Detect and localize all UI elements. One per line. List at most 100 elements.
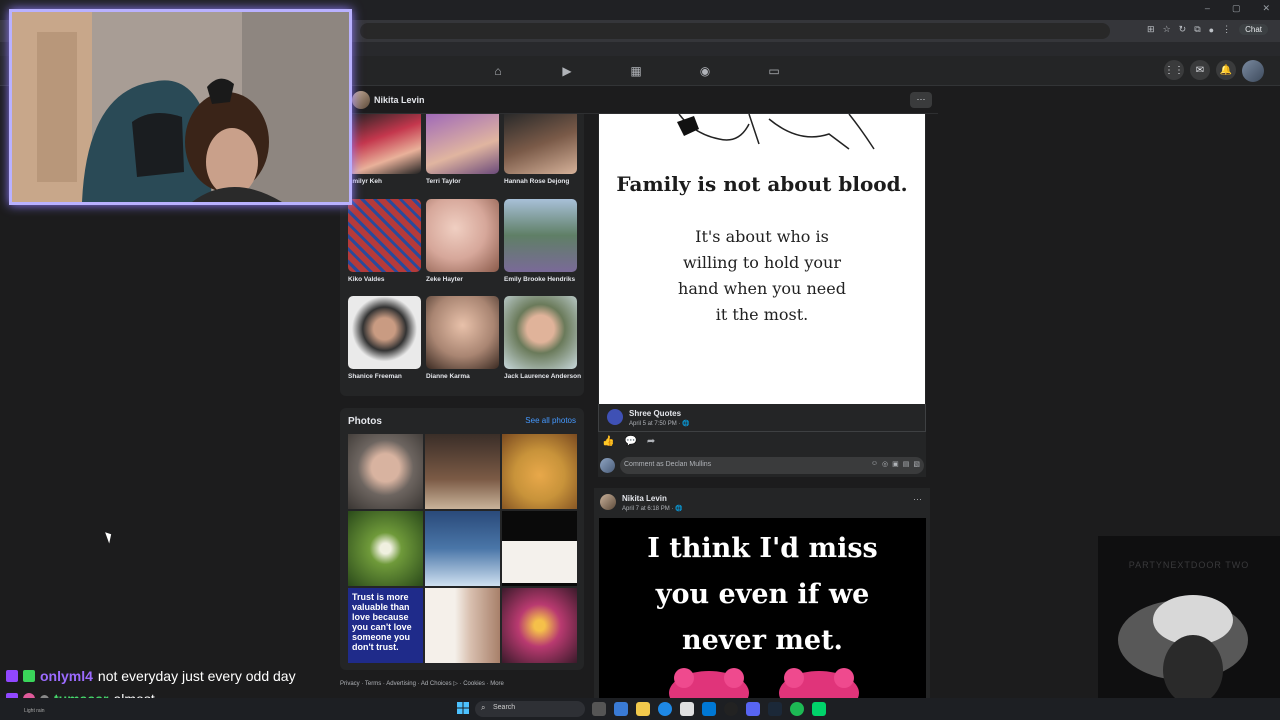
address-field[interactable] bbox=[360, 23, 1110, 39]
friend-name[interactable]: Jack Laurence Anderson bbox=[504, 373, 581, 380]
post-author-name[interactable]: Nikita Levin bbox=[622, 494, 667, 503]
marketplace-icon[interactable]: ▦ bbox=[629, 64, 643, 78]
photo-thumb[interactable] bbox=[348, 511, 423, 586]
comment-icon[interactable]: 💬 bbox=[624, 436, 636, 447]
post-more-button[interactable]: ··· bbox=[913, 494, 922, 504]
extensions-icon[interactable]: ⧉ bbox=[1194, 24, 1200, 35]
store-icon[interactable] bbox=[680, 702, 694, 716]
friend-name[interactable]: Hannah Rose Dejong bbox=[504, 178, 578, 185]
account-avatar[interactable] bbox=[1242, 60, 1264, 82]
file-explorer-icon[interactable] bbox=[636, 702, 650, 716]
comment-composer: Comment as Declan Mullins ☺ ◎ ▣ ▤ ▧ bbox=[598, 454, 926, 476]
star-icon[interactable]: ☆ bbox=[1163, 24, 1171, 35]
friend-tile[interactable]: Shanice Freeman bbox=[348, 296, 422, 380]
friend-name[interactable]: Kiko Valdes bbox=[348, 276, 422, 283]
share-icon[interactable]: ➦ bbox=[647, 436, 655, 447]
window-controls[interactable]: – ▢ ✕ bbox=[1205, 3, 1270, 14]
source-avatar[interactable] bbox=[607, 409, 623, 425]
friend-photo[interactable] bbox=[348, 296, 421, 369]
windows-start-icon[interactable] bbox=[457, 702, 469, 714]
shared-source-row[interactable]: Shree Quotes April 5 at 7:50 PM · 🌐 bbox=[598, 404, 926, 432]
spotify-icon[interactable] bbox=[790, 702, 804, 716]
photo-thumb[interactable] bbox=[425, 511, 500, 586]
friend-photo[interactable] bbox=[348, 114, 421, 174]
friend-tile[interactable]: Emilyr Keh bbox=[348, 114, 422, 185]
video-icon[interactable]: ▶ bbox=[560, 64, 574, 78]
edge-icon[interactable] bbox=[658, 702, 672, 716]
profile-more-button[interactable]: ··· bbox=[910, 92, 932, 108]
friend-name[interactable]: Shanice Freeman bbox=[348, 373, 422, 380]
task-view-icon[interactable] bbox=[592, 702, 606, 716]
footer-links[interactable]: Privacy · Terms · Advertising · Ad Choic… bbox=[340, 680, 504, 687]
quote-image[interactable]: Family is not about blood. It's about wh… bbox=[599, 114, 925, 404]
notifications-icon[interactable]: 🔔 bbox=[1216, 60, 1236, 80]
chat-button[interactable]: Chat bbox=[1239, 24, 1268, 35]
groups-icon[interactable]: ◉ bbox=[698, 64, 712, 78]
friend-photo[interactable] bbox=[504, 114, 577, 174]
mail-icon[interactable] bbox=[702, 702, 716, 716]
friend-name[interactable]: Emily Brooke Hendriks bbox=[504, 276, 578, 283]
friend-name[interactable]: Emilyr Keh bbox=[348, 178, 422, 185]
copilot-icon[interactable] bbox=[614, 702, 628, 716]
image-line: never met. bbox=[682, 625, 843, 656]
photo-thumb[interactable] bbox=[502, 434, 577, 509]
steam-icon[interactable] bbox=[768, 702, 782, 716]
refresh-icon[interactable]: ↻ bbox=[1179, 24, 1187, 35]
obs-icon[interactable] bbox=[724, 702, 738, 716]
webcam-overlay bbox=[9, 9, 352, 205]
post-image[interactable]: I think I'd miss you even if we never me… bbox=[599, 518, 926, 698]
sticker-icon[interactable]: ▧ bbox=[913, 460, 920, 468]
menu-grid-icon[interactable]: ⋮⋮ bbox=[1164, 60, 1184, 80]
gif-icon[interactable]: ▤ bbox=[903, 460, 910, 468]
friend-name[interactable]: Terri Taylor bbox=[426, 178, 500, 185]
friend-photo[interactable] bbox=[504, 199, 577, 272]
friend-tile[interactable]: Hannah Rose Dejong bbox=[504, 114, 578, 185]
source-name[interactable]: Shree Quotes bbox=[629, 409, 681, 418]
friend-photo[interactable] bbox=[426, 199, 499, 272]
maximize-button[interactable]: ▢ bbox=[1232, 3, 1241, 14]
app-icon[interactable] bbox=[812, 702, 826, 716]
apps-icon[interactable]: ⊞ bbox=[1147, 24, 1155, 35]
friend-name[interactable]: Zeke Hayter bbox=[426, 276, 500, 283]
see-all-photos-link[interactable]: See all photos bbox=[525, 416, 576, 425]
emoji-icon[interactable]: ☺ bbox=[871, 460, 878, 468]
photo-thumb[interactable] bbox=[502, 511, 577, 586]
like-icon[interactable]: 👍 bbox=[602, 436, 614, 447]
photo-thumb[interactable] bbox=[348, 434, 423, 509]
source-timestamp[interactable]: April 5 at 7:50 PM · 🌐 bbox=[629, 420, 690, 427]
home-icon[interactable]: ⌂ bbox=[491, 64, 505, 78]
friend-tile[interactable]: Emily Brooke Hendriks bbox=[504, 199, 578, 283]
friend-photo[interactable] bbox=[426, 296, 499, 369]
friend-tile[interactable]: Dianne Karma bbox=[426, 296, 500, 380]
photo-thumb[interactable] bbox=[502, 588, 577, 663]
avatar-sticker-icon[interactable]: ◎ bbox=[882, 460, 888, 468]
friend-name[interactable]: Dianne Karma bbox=[426, 373, 500, 380]
post-author-avatar[interactable] bbox=[600, 494, 616, 510]
friend-tile[interactable]: Kiko Valdes bbox=[348, 199, 422, 283]
camera-icon[interactable]: ▣ bbox=[892, 460, 899, 468]
friend-tile[interactable]: Jack Laurence Anderson bbox=[504, 296, 581, 380]
comment-input[interactable]: Comment as Declan Mullins ☺ ◎ ▣ ▤ ▧ bbox=[620, 457, 924, 474]
photo-thumb[interactable] bbox=[425, 588, 500, 663]
profile-name[interactable]: Nikita Levin bbox=[374, 95, 425, 105]
photo-thumb[interactable]: Trust is more valuable than love because… bbox=[348, 588, 423, 663]
messenger-icon[interactable]: ✉ bbox=[1190, 60, 1210, 80]
menu-icon[interactable]: ⋮ bbox=[1222, 24, 1231, 35]
quote-line: it the most. bbox=[715, 305, 809, 324]
friend-photo[interactable] bbox=[348, 199, 421, 272]
friend-tile[interactable]: Terri Taylor bbox=[426, 114, 500, 185]
gaming-icon[interactable]: ▭ bbox=[767, 64, 781, 78]
trust-quote-text: Trust is more valuable than love because… bbox=[352, 592, 412, 652]
minimize-button[interactable]: – bbox=[1205, 3, 1210, 14]
taskbar-search[interactable]: ⌕ Search bbox=[475, 701, 585, 717]
photo-thumb[interactable] bbox=[425, 434, 500, 509]
discord-icon[interactable] bbox=[746, 702, 760, 716]
friend-tile[interactable]: Zeke Hayter bbox=[426, 199, 500, 283]
friend-photo[interactable] bbox=[426, 114, 499, 174]
post-timestamp[interactable]: April 7 at 6:18 PM · 🌐 bbox=[622, 505, 683, 512]
chat-username[interactable]: onlyml4 bbox=[40, 668, 93, 684]
profile-icon[interactable]: ● bbox=[1209, 25, 1214, 35]
friend-photo[interactable] bbox=[504, 296, 577, 369]
close-button[interactable]: ✕ bbox=[1262, 3, 1270, 14]
profile-avatar[interactable] bbox=[352, 91, 370, 109]
